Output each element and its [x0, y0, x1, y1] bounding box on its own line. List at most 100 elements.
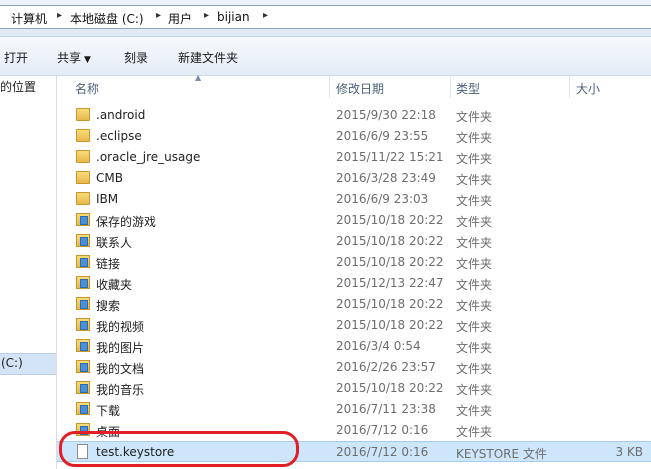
file-type: 文件夹 — [456, 299, 493, 313]
file-row[interactable]: 我的视频 2015/10/18 20:22 文件夹 — [57, 315, 651, 336]
file-date: 2015/10/18 20:22 — [336, 318, 444, 332]
file-name: 保存的游戏 — [96, 215, 157, 229]
breadcrumb-bijian[interactable]: bijian — [217, 10, 250, 24]
sort-up-icon: ▲ — [195, 73, 202, 82]
file-name: test.keystore — [96, 445, 175, 459]
file-row[interactable]: 链接 2015/10/18 20:22 文件夹 — [57, 252, 651, 273]
file-type: 文件夹 — [456, 173, 493, 187]
file-type: 文件夹 — [456, 152, 493, 166]
folder-icon — [76, 192, 90, 205]
searches-icon — [76, 297, 90, 310]
file-name: 联系人 — [96, 236, 133, 250]
file-row[interactable]: CMB 2016/3/28 23:49 文件夹 — [57, 168, 651, 189]
file-row[interactable]: .oracle_jre_usage 2015/11/22 15:21 文件夹 — [57, 147, 651, 168]
file-date: 2016/6/9 23:55 — [336, 129, 429, 143]
new-folder-button[interactable]: 新建文件夹 — [178, 49, 238, 66]
file-date: 2015/11/22 15:21 — [336, 150, 444, 164]
file-row[interactable]: 我的文档 2016/2/26 23:57 文件夹 — [57, 357, 651, 378]
file-date: 2015/10/18 20:22 — [336, 255, 444, 269]
file-type: 文件夹 — [456, 404, 493, 418]
file-type: 文件夹 — [456, 383, 493, 397]
file-date: 2015/10/18 20:22 — [336, 234, 444, 248]
file-row[interactable]: 收藏夹 2015/12/13 22:47 文件夹 — [57, 273, 651, 294]
file-row[interactable]: 桌面 2016/7/12 0:16 文件夹 — [57, 420, 651, 441]
saved-games-icon — [76, 213, 90, 226]
chevron-right-icon[interactable]: ▸ — [204, 10, 209, 21]
file-type: 文件夹 — [456, 194, 493, 208]
file-row[interactable]: 保存的游戏 2015/10/18 20:22 文件夹 — [57, 210, 651, 231]
file-date: 2016/3/4 0:54 — [336, 339, 421, 353]
file-type: 文件夹 — [456, 215, 493, 229]
column-divider[interactable] — [569, 76, 570, 98]
file-row[interactable]: 我的图片 2016/3/4 0:54 文件夹 — [57, 336, 651, 357]
file-icon — [77, 444, 88, 459]
share-button[interactable]: 共享 ▼ — [57, 49, 91, 66]
file-type: KEYSTORE 文件 — [456, 447, 547, 461]
file-type: 文件夹 — [456, 131, 493, 145]
nav-item-location[interactable]: 的位置 — [0, 78, 36, 95]
file-name: 收藏夹 — [96, 278, 133, 292]
breadcrumb-users[interactable]: 用户 — [168, 10, 192, 27]
file-date: 2016/6/9 23:03 — [336, 192, 429, 206]
music-icon — [76, 381, 90, 394]
folder-icon — [76, 150, 90, 163]
file-name: 我的图片 — [96, 341, 145, 355]
file-name: IBM — [96, 192, 119, 206]
file-row[interactable]: .eclipse 2016/6/9 23:55 文件夹 — [57, 126, 651, 147]
breadcrumb-drive[interactable]: 本地磁盘 (C:) — [70, 10, 144, 27]
burn-button[interactable]: 刻录 — [124, 49, 148, 66]
share-label: 共享 — [57, 51, 82, 65]
column-divider[interactable] — [329, 76, 330, 98]
breadcrumb-computer[interactable]: 计算机 — [11, 10, 47, 27]
nav-drive-label: (C:) — [1, 356, 23, 370]
command-toolbar: 打开 共享 ▼ 刻录 新建文件夹 — [0, 37, 651, 76]
favorites-icon — [76, 276, 90, 289]
file-type: 文件夹 — [456, 110, 493, 124]
file-size: 3 KB — [615, 445, 643, 459]
address-box[interactable]: 计算机 ▸ 本地磁盘 (C:) ▸ 用户 ▸ bijian ▸ — [0, 5, 651, 29]
videos-icon — [76, 318, 90, 331]
file-row[interactable]: 我的音乐 2015/10/18 20:22 文件夹 — [57, 378, 651, 399]
file-name: 下载 — [96, 404, 121, 418]
file-name: .android — [96, 108, 146, 122]
file-date: 2015/10/18 20:22 — [336, 381, 444, 395]
file-row[interactable]: IBM 2016/6/9 23:03 文件夹 — [57, 189, 651, 210]
chevron-right-icon[interactable]: ▸ — [263, 10, 268, 21]
column-name[interactable]: 名称 — [75, 80, 99, 97]
nav-item-drive-c[interactable]: (C:) — [0, 353, 56, 375]
pictures-icon — [76, 339, 90, 352]
file-name: 我的视频 — [96, 320, 145, 334]
file-row[interactable]: 下载 2016/7/11 23:38 文件夹 — [57, 399, 651, 420]
open-button[interactable]: 打开 — [4, 49, 28, 66]
column-divider[interactable] — [450, 76, 451, 98]
file-row[interactable]: 搜索 2015/10/18 20:22 文件夹 — [57, 294, 651, 315]
folder-icon — [76, 108, 90, 121]
navigation-pane — [0, 76, 57, 469]
file-date: 2015/12/13 22:47 — [336, 276, 444, 290]
file-date: 2016/7/12 0:16 — [336, 445, 429, 459]
file-name: 链接 — [96, 257, 121, 271]
file-type: 文件夹 — [456, 278, 493, 292]
column-date[interactable]: 修改日期 — [336, 80, 384, 97]
file-row[interactable]: test.keystore 2016/7/12 0:16 KEYSTORE 文件 3 … — [57, 441, 651, 462]
contacts-icon — [76, 234, 90, 247]
file-date: 2016/7/11 23:38 — [336, 402, 436, 416]
file-type: 文件夹 — [456, 341, 493, 355]
file-row[interactable]: .android 2015/9/30 22:18 文件夹 — [57, 105, 651, 126]
file-row[interactable]: 联系人 2015/10/18 20:22 文件夹 — [57, 231, 651, 252]
file-date: 2016/3/28 23:49 — [336, 171, 436, 185]
chevron-right-icon[interactable]: ▸ — [57, 10, 62, 21]
file-date: 2015/10/18 20:22 — [336, 297, 444, 311]
chevron-right-icon[interactable]: ▸ — [156, 10, 161, 21]
links-icon — [76, 255, 90, 268]
column-type[interactable]: 类型 — [456, 80, 480, 97]
file-name: 搜索 — [96, 299, 121, 313]
file-name: 我的音乐 — [96, 383, 145, 397]
file-type: 文件夹 — [456, 425, 493, 439]
column-size[interactable]: 大小 — [576, 80, 600, 97]
file-type: 文件夹 — [456, 257, 493, 271]
downloads-icon — [76, 402, 90, 415]
folder-icon — [76, 129, 90, 142]
file-type: 文件夹 — [456, 320, 493, 334]
file-name: 我的文档 — [96, 362, 145, 376]
